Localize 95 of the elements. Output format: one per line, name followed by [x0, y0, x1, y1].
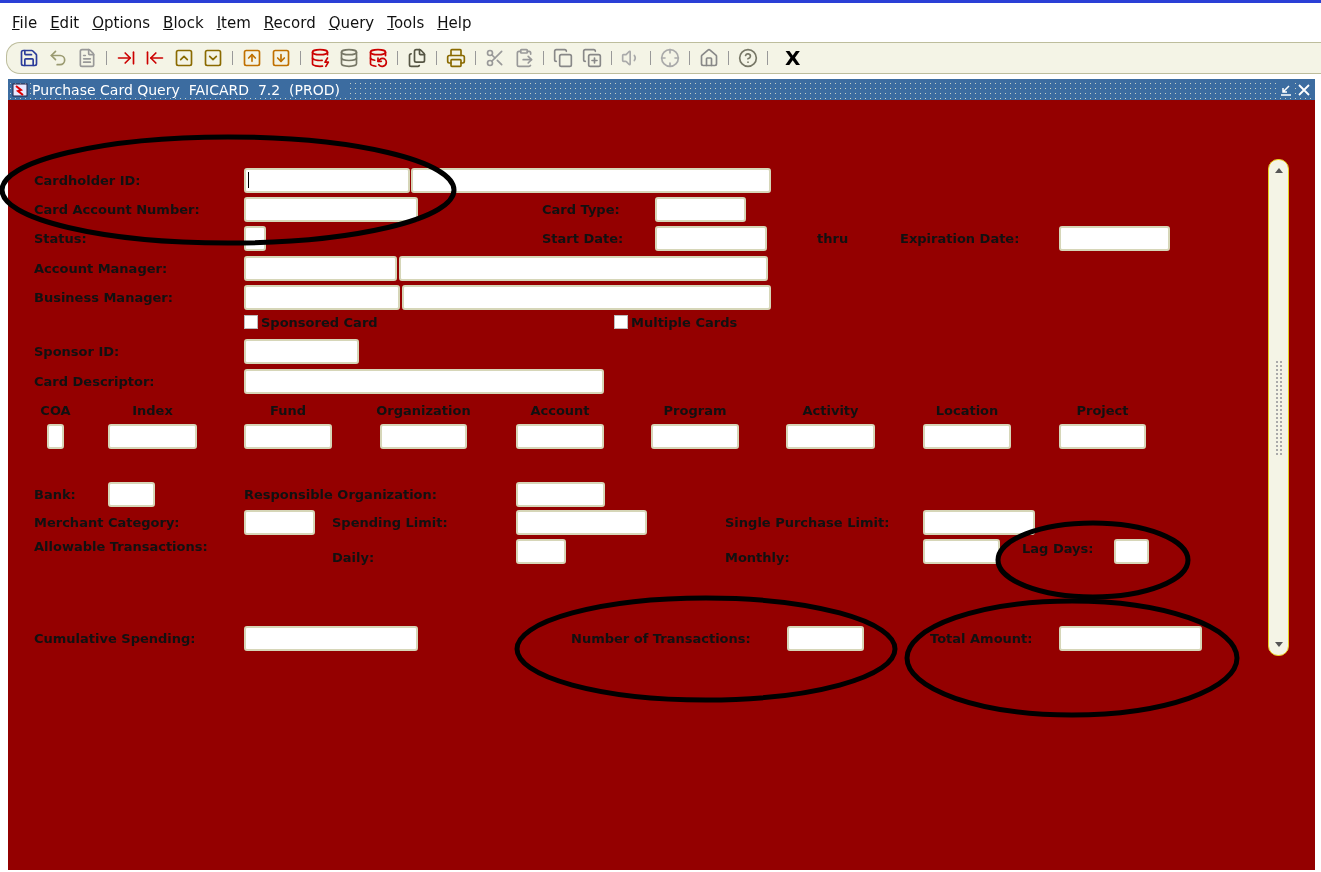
input-field[interactable] [380, 424, 467, 449]
save-icon[interactable] [19, 48, 39, 68]
column-header: Organization [376, 403, 471, 418]
column-header: Fund [269, 403, 307, 418]
menu-item[interactable]: Item [210, 14, 258, 33]
field-label: Allowable Transactions: [34, 539, 209, 554]
menu-item[interactable]: Query [322, 14, 382, 33]
input-field[interactable] [1059, 225, 1170, 251]
field-label: Status: [34, 230, 88, 246]
print-icon[interactable] [446, 48, 466, 68]
input-field[interactable] [244, 167, 410, 193]
input-field[interactable] [244, 509, 315, 535]
field-label: Lag Days: [1022, 541, 1095, 556]
exit-button[interactable]: X [781, 46, 805, 70]
column-header: Project [1076, 403, 1129, 418]
field-label: Spending Limit: [332, 514, 449, 530]
input-field[interactable] [244, 368, 604, 394]
input-field[interactable] [1114, 538, 1149, 564]
checkbox[interactable] [614, 315, 628, 329]
checkbox-label: Sponsored Card [261, 314, 379, 330]
column-header: Location [935, 403, 999, 418]
input-field[interactable] [923, 538, 1000, 564]
field-label: Sponsor ID: [34, 343, 121, 359]
window-title: Purchase Card Query FAICARD 7.2 (PROD) [32, 81, 346, 98]
menu-item[interactable]: Edit [44, 14, 87, 33]
field-label: Bank: [34, 486, 77, 502]
scroll-up-icon[interactable] [1273, 166, 1284, 174]
menu-item[interactable]: Record [257, 14, 323, 33]
copy-icon[interactable] [553, 48, 573, 68]
text-caret [248, 172, 249, 188]
input-field[interactable] [923, 509, 1035, 535]
input-field[interactable] [47, 424, 64, 449]
field-label: Card Type: [542, 201, 621, 217]
input-field[interactable] [655, 196, 746, 222]
document-icon[interactable] [77, 48, 97, 68]
input-field[interactable] [516, 424, 604, 449]
duplicate-icon[interactable] [407, 48, 427, 68]
field-label: Card Descriptor: [34, 373, 156, 389]
input-field[interactable] [516, 481, 605, 507]
input-field[interactable] [516, 538, 566, 564]
field-label: Number of Transactions: [571, 630, 752, 646]
field-label: Cardholder ID: [34, 172, 142, 188]
scrollbar[interactable] [1268, 159, 1289, 656]
input-field[interactable] [923, 424, 1011, 449]
input-field[interactable] [244, 255, 397, 281]
column-header: Program [663, 403, 727, 418]
input-field[interactable] [244, 284, 400, 310]
field-label: thru [817, 230, 850, 246]
menu-item[interactable]: Block [157, 14, 211, 33]
column-header: Index [132, 403, 173, 418]
undo-icon[interactable] [48, 48, 68, 68]
menu-item[interactable]: Options [86, 14, 158, 33]
input-field[interactable] [1059, 424, 1146, 449]
input-field[interactable] [1059, 625, 1202, 651]
input-field[interactable] [244, 625, 418, 651]
input-field[interactable] [655, 225, 767, 251]
input-field[interactable] [411, 167, 771, 193]
input-field[interactable] [108, 481, 155, 507]
field-label: Responsible Organization: [244, 486, 438, 502]
field-label: Merchant Category: [34, 514, 181, 530]
field-label: Daily: [332, 550, 376, 565]
field-label: Card Account Number: [34, 201, 201, 217]
column-header: Activity [802, 403, 859, 418]
cut-icon[interactable] [485, 48, 505, 68]
minimize-icon[interactable] [1279, 82, 1293, 97]
copy-plus-icon[interactable] [582, 48, 602, 68]
input-field[interactable] [399, 255, 768, 281]
input-field[interactable] [516, 509, 647, 535]
field-label: Account Manager: [34, 260, 169, 276]
input-field[interactable] [244, 338, 359, 364]
column-header: COA [40, 403, 71, 418]
field-label: Single Purchase Limit: [725, 514, 891, 530]
field-label: Total Amount: [930, 630, 1034, 646]
input-field[interactable] [787, 625, 864, 651]
checkbox[interactable] [244, 315, 258, 329]
menu-item[interactable]: Tools [381, 14, 432, 33]
field-label: Monthly: [725, 550, 791, 565]
input-field[interactable] [786, 424, 875, 449]
field-label: Business Manager: [34, 289, 174, 305]
menu-item[interactable]: Help [431, 14, 479, 33]
input-field[interactable] [651, 424, 739, 449]
home-icon[interactable] [699, 48, 719, 68]
field-label: Start Date: [542, 230, 625, 246]
field-label: Cumulative Spending: [34, 630, 197, 646]
input-field[interactable] [244, 424, 332, 449]
checkbox-label: Multiple Cards [631, 314, 739, 330]
scroll-down-icon[interactable] [1273, 641, 1284, 649]
input-field[interactable] [108, 424, 197, 449]
input-field[interactable] [402, 284, 771, 310]
column-header: Account [530, 403, 590, 418]
close-icon[interactable] [1297, 82, 1311, 97]
menu-item[interactable]: File [6, 14, 45, 33]
input-field[interactable] [244, 196, 418, 222]
field-label: Expiration Date: [900, 230, 1021, 246]
help-icon[interactable] [738, 48, 758, 68]
